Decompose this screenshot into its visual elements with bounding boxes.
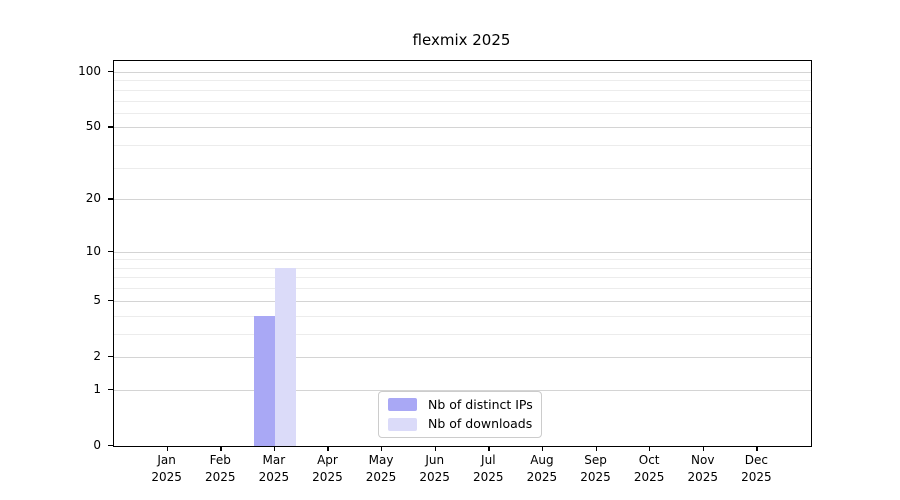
minor-gridline-7 bbox=[114, 277, 811, 278]
y-tick-label-5: 5 bbox=[93, 292, 101, 308]
legend-label-downloads: Nb of downloads bbox=[428, 417, 532, 431]
minor-gridline-80 bbox=[114, 90, 811, 91]
bar-nb-of-distinct-ips-mar bbox=[254, 316, 275, 446]
x-tick-mark-jul bbox=[488, 446, 489, 451]
y-tick-label-20: 20 bbox=[86, 190, 101, 206]
y-tick-label-50: 50 bbox=[86, 118, 101, 134]
x-tick-mark-jun bbox=[435, 446, 436, 451]
major-gridline-2 bbox=[114, 357, 811, 358]
y-tick-label-10: 10 bbox=[86, 243, 101, 259]
x-tick-mark-apr bbox=[327, 446, 328, 451]
legend-label-distinct-ips: Nb of distinct IPs bbox=[428, 398, 533, 412]
y-tick-mark-5 bbox=[108, 300, 113, 301]
y-tick-label-0: 0 bbox=[93, 437, 101, 453]
minor-gridline-90 bbox=[114, 80, 811, 81]
legend: Nb of distinct IPs Nb of downloads bbox=[378, 391, 542, 438]
bar-nb-of-downloads-mar bbox=[275, 268, 296, 446]
minor-gridline-4 bbox=[114, 316, 811, 317]
x-tick-mark-feb bbox=[220, 446, 221, 451]
y-tick-mark-20 bbox=[108, 198, 113, 199]
x-tick-mark-oct bbox=[649, 446, 650, 451]
chart-figure: flexmix 2025 Nb of distinct IPs Nb of do… bbox=[0, 0, 900, 500]
minor-gridline-3 bbox=[114, 334, 811, 335]
minor-gridline-70 bbox=[114, 101, 811, 102]
y-tick-mark-2 bbox=[108, 356, 113, 357]
major-gridline-50 bbox=[114, 127, 811, 128]
y-tick-label-2: 2 bbox=[93, 348, 101, 364]
major-gridline-20 bbox=[114, 199, 811, 200]
x-tick-mark-may bbox=[381, 446, 382, 451]
minor-gridline-8 bbox=[114, 268, 811, 269]
y-tick-mark-100 bbox=[108, 71, 113, 72]
x-tick-mark-sep bbox=[596, 446, 597, 451]
legend-item-downloads: Nb of downloads bbox=[388, 417, 532, 431]
legend-item-distinct-ips: Nb of distinct IPs bbox=[388, 398, 532, 412]
minor-gridline-9 bbox=[114, 259, 811, 260]
plot-area bbox=[113, 60, 812, 447]
minor-gridline-30 bbox=[114, 168, 811, 169]
x-tick-mark-nov bbox=[703, 446, 704, 451]
y-tick-label-100: 100 bbox=[78, 63, 101, 79]
legend-swatch-distinct-ips bbox=[388, 398, 417, 411]
minor-gridline-6 bbox=[114, 288, 811, 289]
major-gridline-5 bbox=[114, 301, 811, 302]
x-tick-mark-aug bbox=[542, 446, 543, 451]
x-tick-mark-jan bbox=[167, 446, 168, 451]
major-gridline-100 bbox=[114, 72, 811, 73]
y-tick-mark-10 bbox=[108, 251, 113, 252]
minor-gridline-60 bbox=[114, 113, 811, 114]
y-tick-mark-0 bbox=[108, 445, 113, 446]
y-tick-mark-1 bbox=[108, 389, 113, 390]
x-tick-mark-mar bbox=[274, 446, 275, 451]
chart-title: flexmix 2025 bbox=[113, 31, 810, 49]
x-tick-mark-dec bbox=[756, 446, 757, 451]
y-tick-mark-50 bbox=[108, 126, 113, 127]
major-gridline-10 bbox=[114, 252, 811, 253]
legend-swatch-downloads bbox=[388, 418, 417, 431]
minor-gridline-40 bbox=[114, 145, 811, 146]
y-tick-label-1: 1 bbox=[93, 381, 101, 397]
x-tick-label-dec: Dec 2025 bbox=[716, 452, 796, 485]
